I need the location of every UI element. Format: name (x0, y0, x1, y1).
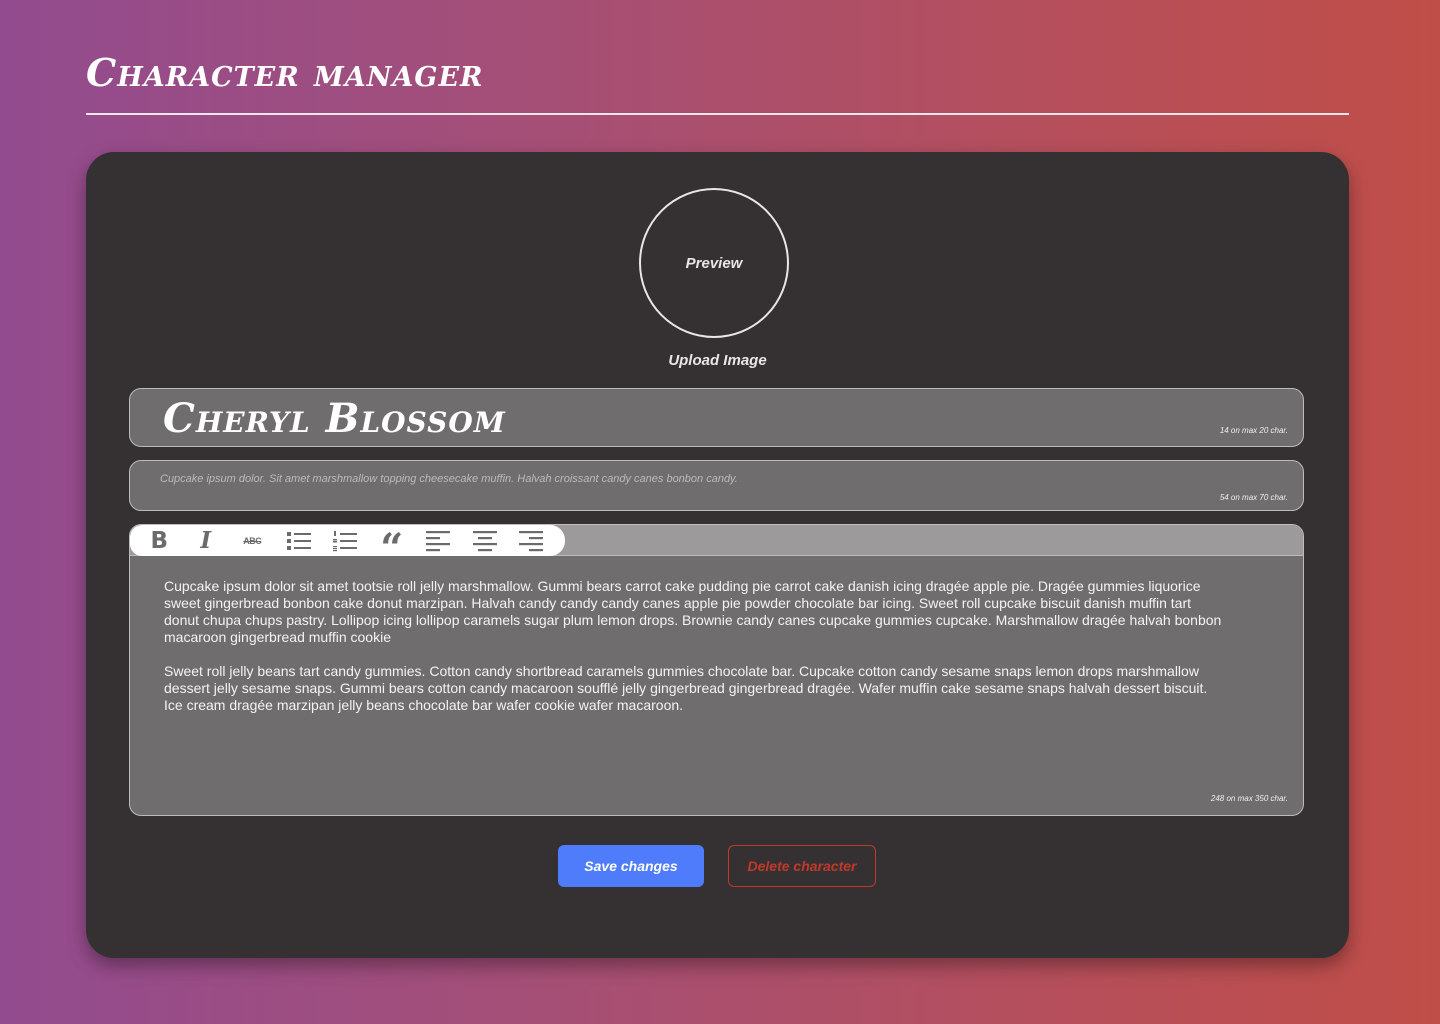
description-char-counter: 248 on max 350 char. (1210, 794, 1288, 803)
align-right-icon[interactable] (508, 525, 555, 556)
numbered-list-icon[interactable] (322, 525, 369, 556)
italic-icon[interactable]: I (183, 525, 230, 556)
delete-character-button[interactable]: Delete character (728, 845, 876, 887)
avatar-preview-label: Preview (685, 254, 743, 272)
description-editor[interactable]: B I ABC “ Cupcake ipsum dolor sit amet t… (129, 524, 1304, 816)
page-title: Character manager (86, 50, 484, 95)
editor-toolbar: B I ABC “ (130, 525, 565, 568)
bold-icon[interactable]: B (136, 525, 183, 556)
align-center-icon[interactable] (462, 525, 509, 556)
editor-toolbar-strip: B I ABC “ (130, 525, 1303, 568)
short-description-field[interactable]: Cupcake ipsum dolor. Sit amet marshmallo… (129, 460, 1304, 511)
save-button[interactable]: Save changes (558, 845, 704, 887)
character-name-value[interactable]: Cheryl Blossom (163, 395, 506, 442)
align-left-icon[interactable] (415, 525, 462, 556)
editor-paragraph: Cupcake ipsum dolor sit amet tootsie rol… (164, 578, 1222, 645)
avatar-preview[interactable]: Preview (639, 188, 789, 338)
strikethrough-icon[interactable]: ABC (229, 525, 276, 556)
short-description-placeholder[interactable]: Cupcake ipsum dolor. Sit amet marshmallo… (160, 473, 738, 485)
quote-icon[interactable]: “ (369, 525, 416, 568)
title-divider (86, 113, 1349, 115)
character-card: Preview Upload Image Cheryl Blossom 14 o… (86, 152, 1349, 958)
character-name-field[interactable]: Cheryl Blossom 14 on max 20 char. (129, 388, 1304, 447)
editor-content[interactable]: Cupcake ipsum dolor sit amet tootsie rol… (164, 578, 1224, 731)
short-description-char-counter: 54 on max 70 char. (1219, 493, 1288, 502)
upload-image-button[interactable]: Upload Image (86, 352, 1349, 369)
bullet-list-icon[interactable] (276, 525, 323, 556)
name-char-counter: 14 on max 20 char. (1219, 426, 1288, 435)
editor-paragraph: Sweet roll jelly beans tart candy gummie… (164, 663, 1208, 713)
